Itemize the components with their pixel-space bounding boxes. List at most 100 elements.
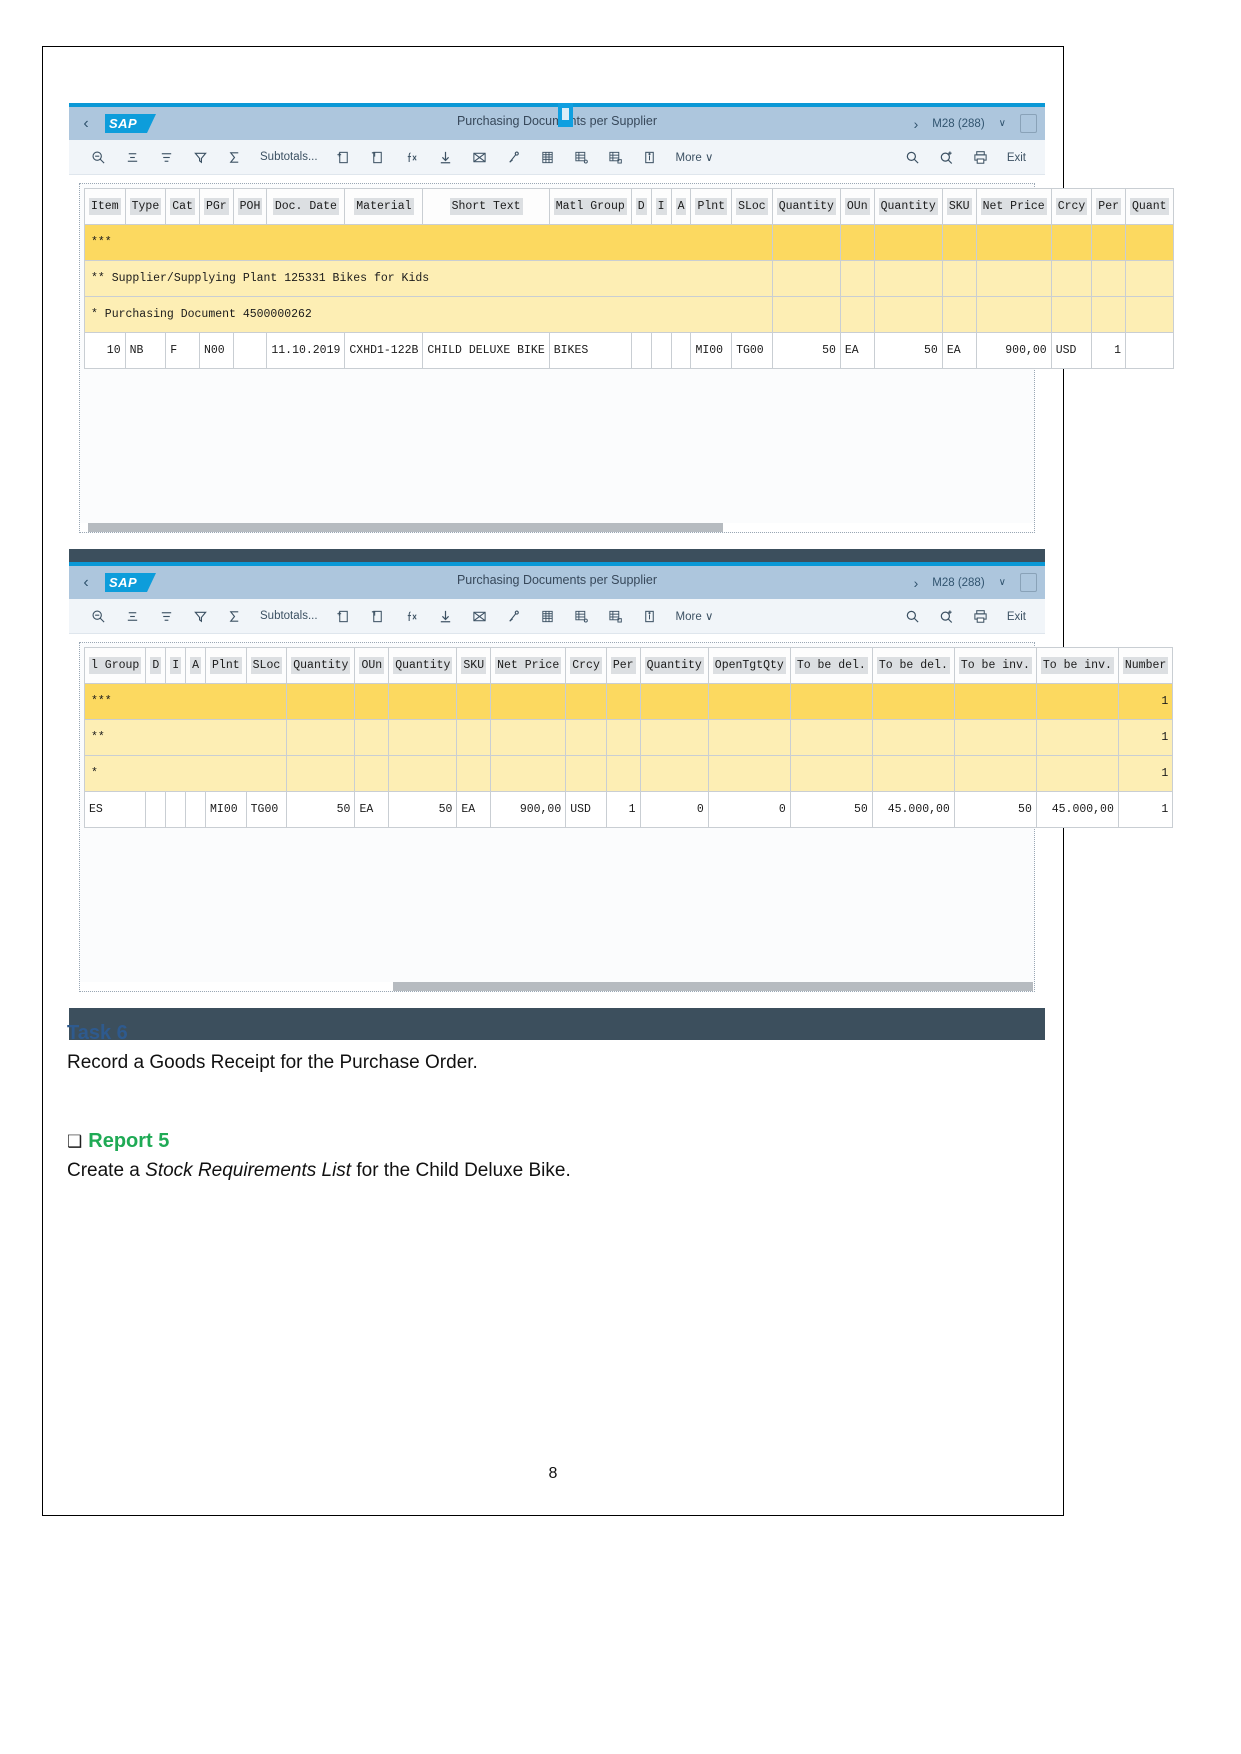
subtotals-button[interactable]: Subtotals... bbox=[251, 603, 327, 629]
scrollbar-thumb[interactable] bbox=[88, 523, 723, 532]
horizontal-scrollbar-top[interactable] bbox=[80, 523, 1034, 532]
column-header[interactable]: Crcy bbox=[565, 647, 607, 684]
abc-analysis-icon[interactable] bbox=[531, 144, 565, 170]
column-header[interactable]: OUn bbox=[839, 188, 875, 225]
sort-descending-icon[interactable] bbox=[149, 144, 183, 170]
sort-descending-icon[interactable] bbox=[149, 603, 183, 629]
formula-icon[interactable] bbox=[395, 144, 429, 170]
horizontal-scrollbar-bottom[interactable] bbox=[80, 982, 1034, 991]
table-row[interactable]: 10 NB F N00 11.10.2019 CXHD1-122B CHILD DELUXE… bbox=[84, 332, 1174, 369]
search-advanced-icon[interactable] bbox=[930, 145, 964, 171]
column-header[interactable]: SLoc bbox=[731, 188, 773, 225]
table-subtotal-row[interactable]: * 1 bbox=[83, 755, 1174, 792]
column-header[interactable]: l Group bbox=[83, 647, 147, 684]
total-sum-icon[interactable] bbox=[217, 603, 251, 629]
column-header[interactable]: Number bbox=[1117, 647, 1174, 684]
mail-icon[interactable] bbox=[463, 603, 497, 629]
details-icon[interactable] bbox=[633, 603, 667, 629]
column-header[interactable]: To be inv. bbox=[1035, 647, 1119, 684]
column-header[interactable]: Per bbox=[1091, 188, 1127, 225]
column-header[interactable]: Quantity bbox=[639, 647, 709, 684]
filter-icon[interactable] bbox=[183, 144, 217, 170]
total-sum-icon[interactable] bbox=[217, 144, 251, 170]
column-header[interactable]: Quantity bbox=[771, 188, 841, 225]
column-header[interactable]: A bbox=[185, 647, 207, 684]
forward-icon[interactable]: › bbox=[914, 575, 919, 591]
column-header[interactable]: Plnt bbox=[205, 647, 247, 684]
search-icon[interactable] bbox=[896, 604, 930, 630]
column-header[interactable]: Per bbox=[605, 647, 641, 684]
details-icon[interactable] bbox=[633, 144, 667, 170]
avatar-icon[interactable] bbox=[1020, 573, 1037, 592]
column-header[interactable]: Quantity bbox=[388, 647, 458, 684]
forward-icon[interactable]: › bbox=[914, 116, 919, 132]
column-header[interactable]: To be del. bbox=[789, 647, 873, 684]
column-header[interactable]: Doc. Date bbox=[266, 188, 346, 225]
column-header[interactable]: Net Price bbox=[975, 188, 1052, 225]
column-header[interactable]: POH bbox=[232, 188, 268, 225]
column-header[interactable]: Quantity bbox=[286, 647, 356, 684]
column-header[interactable]: Matl Group bbox=[548, 188, 632, 225]
table-subtotal-row[interactable]: ** Supplier/Supplying Plant 125331 Bikes… bbox=[84, 260, 1174, 297]
sort-ascending-icon[interactable] bbox=[115, 144, 149, 170]
chevron-down-icon[interactable]: ∨ bbox=[999, 577, 1006, 588]
download-icon[interactable] bbox=[429, 144, 463, 170]
print-icon[interactable] bbox=[964, 604, 998, 630]
column-header[interactable]: D bbox=[630, 188, 652, 225]
search-advanced-icon[interactable] bbox=[930, 604, 964, 630]
column-header[interactable]: Quant bbox=[1125, 188, 1174, 225]
print-preview-icon[interactable] bbox=[327, 603, 361, 629]
column-header[interactable]: Crcy bbox=[1050, 188, 1093, 225]
select-layout-icon[interactable] bbox=[599, 603, 633, 629]
user-label[interactable]: M28 (288) bbox=[932, 118, 984, 130]
column-header[interactable]: To be del. bbox=[871, 647, 955, 684]
exit-button[interactable]: Exit bbox=[998, 604, 1035, 630]
table-subtotal-row[interactable]: *** bbox=[84, 224, 1174, 261]
change-layout-icon[interactable] bbox=[565, 603, 599, 629]
table-subtotal-row[interactable]: ** 1 bbox=[83, 719, 1174, 756]
column-header[interactable]: D bbox=[145, 647, 167, 684]
table-row[interactable]: ES MI00 TG00 50 EA 50 EA 900,00 USD 1 0 0 50 45.000,0… bbox=[83, 791, 1174, 828]
save-layout-icon[interactable] bbox=[361, 603, 395, 629]
table-subtotal-row[interactable]: * Purchasing Document 4500000262 bbox=[84, 296, 1174, 333]
abc-analysis-icon[interactable] bbox=[531, 603, 565, 629]
filter-icon[interactable] bbox=[183, 603, 217, 629]
column-header[interactable]: To be inv. bbox=[953, 647, 1037, 684]
formula-icon[interactable] bbox=[395, 603, 429, 629]
scrollbar-thumb[interactable] bbox=[393, 982, 1033, 991]
change-layout-icon[interactable] bbox=[565, 144, 599, 170]
column-header[interactable]: SKU bbox=[456, 647, 492, 684]
search-icon[interactable] bbox=[896, 145, 930, 171]
user-label[interactable]: M28 (288) bbox=[932, 577, 984, 589]
find-icon[interactable] bbox=[81, 603, 115, 629]
column-header[interactable]: I bbox=[165, 647, 187, 684]
download-icon[interactable] bbox=[429, 603, 463, 629]
find-icon[interactable] bbox=[81, 144, 115, 170]
column-header[interactable]: Cat bbox=[165, 188, 200, 225]
column-header[interactable]: Item bbox=[84, 188, 126, 225]
column-header[interactable]: Quantity bbox=[873, 188, 943, 225]
exit-button[interactable]: Exit bbox=[998, 145, 1035, 171]
column-header[interactable]: OpenTgtQty bbox=[707, 647, 791, 684]
column-header[interactable]: A bbox=[670, 188, 692, 225]
select-layout-icon[interactable] bbox=[599, 144, 633, 170]
column-header[interactable]: SLoc bbox=[245, 647, 288, 684]
column-header[interactable]: Short Text bbox=[422, 188, 550, 225]
column-header[interactable]: SKU bbox=[941, 188, 977, 225]
graphic-icon[interactable] bbox=[497, 603, 531, 629]
column-header[interactable]: I bbox=[650, 188, 672, 225]
more-menu-button[interactable]: More ∨ bbox=[667, 603, 723, 629]
subtotals-button[interactable]: Subtotals... bbox=[251, 144, 327, 170]
print-preview-icon[interactable] bbox=[327, 144, 361, 170]
save-layout-icon[interactable] bbox=[361, 144, 395, 170]
column-header[interactable]: Net Price bbox=[490, 647, 567, 684]
more-menu-button[interactable]: More ∨ bbox=[667, 144, 723, 170]
column-header[interactable]: PGr bbox=[198, 188, 234, 225]
chevron-down-icon[interactable]: ∨ bbox=[999, 118, 1006, 129]
sort-ascending-icon[interactable] bbox=[115, 603, 149, 629]
column-header[interactable]: Plnt bbox=[690, 188, 733, 225]
column-header[interactable]: Type bbox=[124, 188, 167, 225]
table-subtotal-row[interactable]: *** 1 bbox=[83, 683, 1174, 720]
mail-icon[interactable] bbox=[463, 144, 497, 170]
column-header[interactable]: OUn bbox=[354, 647, 390, 684]
